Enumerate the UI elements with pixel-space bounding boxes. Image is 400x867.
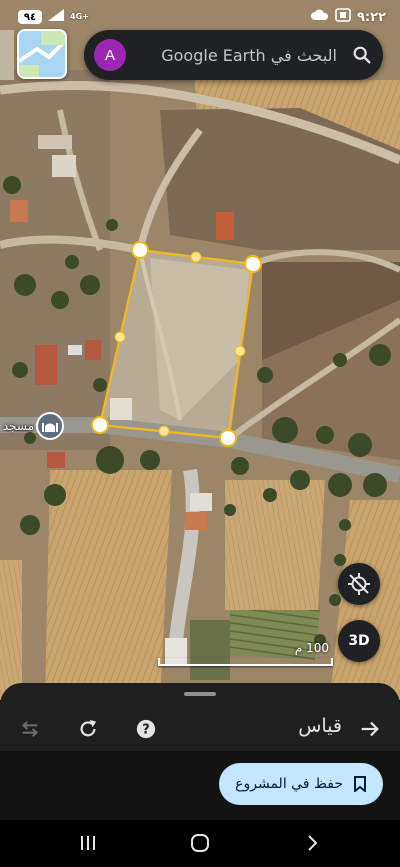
measure-title: قياس	[298, 715, 342, 737]
measure-sheet: ? قياس حفظ في المشروع	[0, 683, 400, 820]
toggle-3d-button[interactable]: 3D	[338, 620, 380, 662]
redo-icon[interactable]	[74, 715, 102, 743]
arrow-right-icon[interactable]	[356, 715, 384, 743]
svg-text:?: ?	[142, 723, 149, 738]
save-button-label: حفظ في المشروع	[235, 776, 343, 792]
status-right: ٩:٢٢	[310, 8, 386, 26]
satellite-map[interactable]	[0, 0, 400, 700]
back-icon[interactable]	[292, 830, 332, 856]
help-icon[interactable]: ?	[132, 715, 160, 743]
drag-handle[interactable]	[184, 692, 216, 696]
clock: ٩:٢٢	[356, 9, 386, 25]
search-input[interactable]: البحث في Google Earth	[126, 46, 351, 65]
system-nav-bar	[0, 820, 400, 867]
location-off-icon	[348, 573, 370, 595]
place-label[interactable]: مسجد	[0, 419, 34, 433]
network-label: 4G+	[70, 12, 89, 21]
map-thumbnail-icon	[19, 31, 65, 77]
scale-line	[158, 658, 333, 666]
scale-bar: 100 م	[158, 640, 333, 666]
mosque-icon[interactable]	[36, 412, 64, 440]
account-avatar[interactable]: A	[94, 39, 126, 71]
signal-icon	[48, 9, 64, 25]
measure-toolbar: ? قياس	[0, 707, 400, 751]
compass-button[interactable]	[338, 563, 380, 605]
search-bar[interactable]: A البحث في Google Earth	[84, 30, 383, 80]
home-icon[interactable]	[180, 830, 220, 856]
scale-label: 100 م	[294, 641, 329, 655]
bookmark-icon	[354, 776, 366, 792]
status-left: ٩٤ 4G+	[18, 9, 89, 25]
sheet-actions: حفظ في المشروع	[0, 751, 400, 820]
search-icon[interactable]	[351, 44, 373, 66]
satellite-imagery	[0, 0, 400, 700]
recents-icon[interactable]	[68, 830, 108, 856]
map-layers-button[interactable]	[17, 29, 67, 79]
battery-icon: ٩٤	[18, 10, 42, 24]
screenshot-icon	[335, 8, 351, 26]
undo-icon[interactable]	[16, 715, 44, 743]
save-to-project-button[interactable]: حفظ في المشروع	[219, 763, 383, 805]
cloud-icon	[310, 9, 329, 25]
